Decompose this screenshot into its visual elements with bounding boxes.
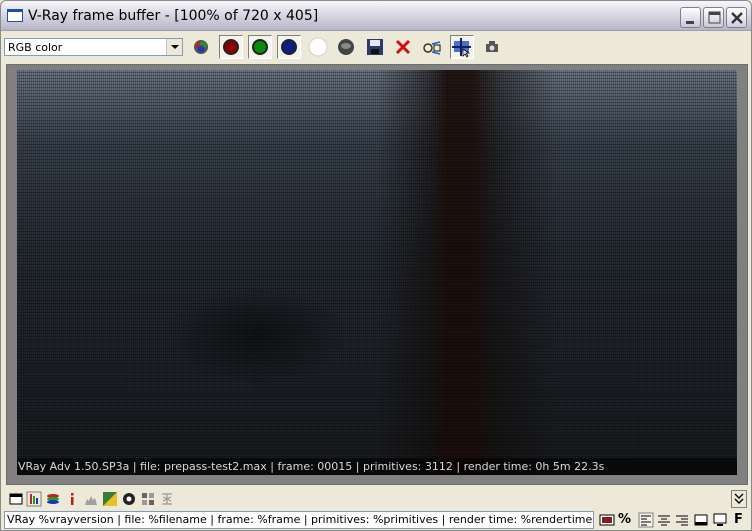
render-last-button[interactable] xyxy=(480,35,504,59)
maximize-button[interactable] xyxy=(703,7,724,28)
stamp-template-input[interactable]: VRay %vrayversion | file: %filename | fr… xyxy=(4,511,594,529)
window-bottom-icon xyxy=(694,514,708,526)
rendered-image[interactable]: VRay Adv 1.50.SP3a | file: prepass-test2… xyxy=(17,70,737,475)
vray-frame-buffer-window: V-Ray frame buffer - [100% of 720 x 405]… xyxy=(0,0,752,531)
compare-button[interactable] xyxy=(159,491,175,507)
clear-icon xyxy=(395,39,411,55)
frame-buffer-toolbar: RGB color xyxy=(1,32,751,62)
double-chevron-down-icon xyxy=(734,493,744,504)
track-mouse-icon xyxy=(423,41,441,55)
lens-effects-button[interactable] xyxy=(121,491,137,507)
close-button[interactable] xyxy=(726,7,747,28)
percent-toggle[interactable]: % xyxy=(618,511,631,529)
app-window-icon xyxy=(7,9,23,22)
monitor-icon xyxy=(713,513,727,526)
stamp-position-button[interactable] xyxy=(693,512,709,528)
color-correction-button[interactable] xyxy=(26,491,42,507)
track-mouse-button[interactable] xyxy=(420,35,444,59)
minimize-button[interactable] xyxy=(680,7,701,28)
align-center-button[interactable] xyxy=(656,512,672,528)
alpha-channel-icon xyxy=(308,37,328,57)
monochrome-button[interactable] xyxy=(334,35,358,59)
curve-button[interactable] xyxy=(102,491,118,507)
lens-effects-icon xyxy=(123,493,135,505)
chevron-down-icon[interactable] xyxy=(166,39,182,55)
align-right-button[interactable] xyxy=(674,512,690,528)
histogram-icon xyxy=(85,496,97,505)
layers-button[interactable] xyxy=(45,491,61,507)
align-left-icon xyxy=(638,512,654,528)
rgb-channel-button[interactable] xyxy=(189,35,213,59)
color-levels-icon xyxy=(26,491,42,507)
region-render-button[interactable] xyxy=(450,35,474,59)
pixel-aspect-button[interactable] xyxy=(140,491,156,507)
info-icon xyxy=(71,493,74,505)
monochrome-icon xyxy=(338,39,354,55)
save-image-button[interactable] xyxy=(363,35,387,59)
align-left-button[interactable] xyxy=(638,512,654,528)
compare-icon xyxy=(162,493,172,505)
align-center-icon xyxy=(658,515,670,526)
pixel-grid-icon xyxy=(142,493,154,505)
color-swatch-icon xyxy=(599,514,615,526)
channel-select[interactable]: RGB color xyxy=(4,38,183,56)
blue-channel-icon xyxy=(281,39,297,55)
stamp-color-button[interactable] xyxy=(599,512,615,528)
render-last-icon xyxy=(486,41,498,52)
region-render-icon xyxy=(452,38,471,58)
status-bar: VRay %vrayversion | file: %filename | fr… xyxy=(1,510,751,530)
curve-icon xyxy=(103,492,117,506)
rgb-channel-icon xyxy=(194,40,208,54)
green-channel-icon xyxy=(252,39,268,55)
channel-select-value: RGB color xyxy=(8,41,63,54)
alpha-channel-button[interactable] xyxy=(306,35,330,59)
minimize-icon xyxy=(686,21,694,24)
green-channel-button[interactable] xyxy=(248,35,272,59)
stamp-monitor-button[interactable] xyxy=(712,512,728,528)
render-stamp: VRay Adv 1.50.SP3a | file: prepass-test2… xyxy=(17,458,737,475)
red-channel-button[interactable] xyxy=(219,35,243,59)
clear-image-button[interactable] xyxy=(391,35,415,59)
histogram-button[interactable] xyxy=(83,491,99,507)
bottom-toolbar xyxy=(1,488,751,510)
align-right-icon xyxy=(676,515,688,526)
title-bar[interactable]: V-Ray frame buffer - [100% of 720 x 405] xyxy=(1,1,751,31)
info-button[interactable] xyxy=(64,491,80,507)
layers-icon xyxy=(47,494,59,504)
window-title: V-Ray frame buffer - [100% of 720 x 405] xyxy=(28,8,319,24)
save-icon xyxy=(367,39,383,55)
expand-panel-button[interactable] xyxy=(731,490,747,508)
font-button[interactable]: F xyxy=(734,511,743,529)
window-icon xyxy=(9,493,23,505)
maximize-icon xyxy=(708,11,721,24)
close-icon xyxy=(731,12,743,24)
red-channel-icon xyxy=(223,39,239,55)
blue-channel-button[interactable] xyxy=(277,35,301,59)
render-viewport[interactable]: VRay Adv 1.50.SP3a | file: prepass-test2… xyxy=(6,64,748,485)
show-stamp-button[interactable] xyxy=(8,491,24,507)
